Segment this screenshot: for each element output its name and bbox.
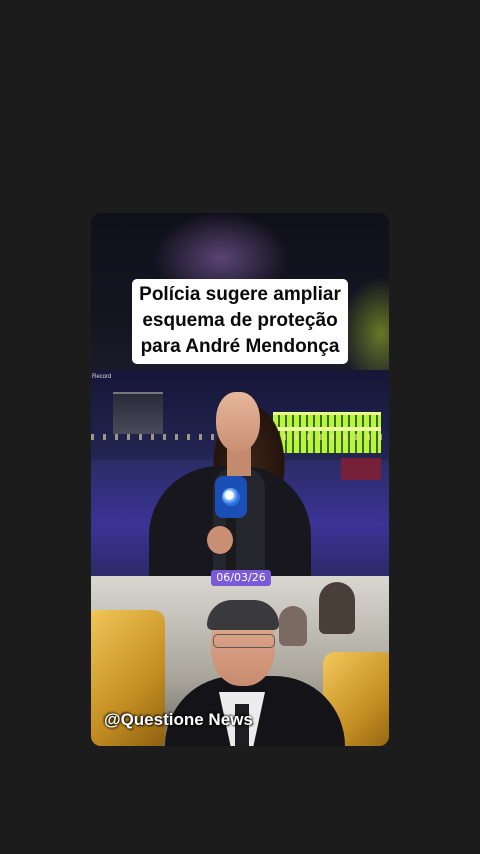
date-badge: 06/03/26 <box>211 570 271 586</box>
microphone-icon <box>215 476 247 518</box>
headline-box: Polícia sugere ampliar esquema de proteç… <box>132 279 348 364</box>
headline-line-2: esquema de proteção <box>142 310 338 331</box>
headline-line-1: Polícia sugere ampliar <box>139 284 341 305</box>
glasses <box>213 634 275 648</box>
news-report-frame: Record <box>91 370 389 576</box>
watermark-handle: @Questione News <box>104 710 253 729</box>
building-left <box>113 392 163 434</box>
headline-line-3: para André Mendonça <box>140 336 340 357</box>
background-person <box>279 606 307 646</box>
news-network-logo: Record <box>92 374 112 380</box>
background-person <box>319 582 355 634</box>
judge-hair <box>207 600 279 630</box>
reporter-face <box>216 392 260 452</box>
video-card[interactable]: Polícia sugere ampliar esquema de proteç… <box>91 213 389 746</box>
reporter-hand <box>207 526 233 554</box>
red-light-area <box>341 458 381 480</box>
